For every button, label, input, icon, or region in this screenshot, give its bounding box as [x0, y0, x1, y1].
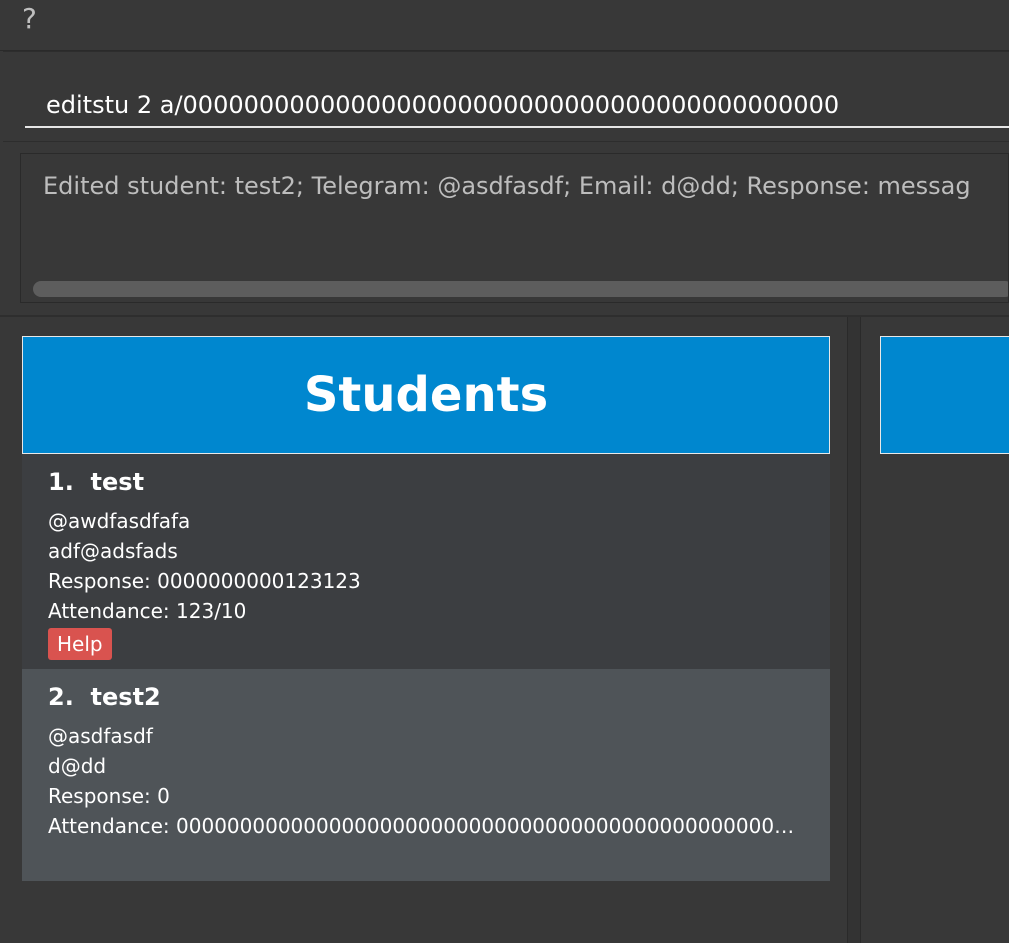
- student-name: test2: [90, 683, 161, 711]
- student-telegram: @awdfasdfafa: [48, 509, 191, 533]
- student-index: 2.: [48, 683, 74, 711]
- help-tag: Help: [48, 628, 112, 660]
- command-input[interactable]: editstu 2 a/0000000000000000000000000000…: [25, 82, 1009, 128]
- student-card[interactable]: 1. test @awdfasdfafa adf@adsfads Respons…: [22, 454, 830, 669]
- result-display: Edited student: test2; Telegram: @asdfas…: [20, 153, 1009, 303]
- student-response: Response: 0000000000123123: [48, 569, 361, 593]
- student-name-row: 2. test2: [48, 683, 804, 711]
- student-telegram: @asdfasdf: [48, 724, 153, 748]
- panel-splitter[interactable]: [847, 317, 861, 943]
- student-email: adf@adsfads: [48, 539, 178, 563]
- student-name-row: 1. test: [48, 468, 804, 496]
- help-menu[interactable]: ?: [22, 2, 37, 35]
- right-panel-header: [880, 336, 1009, 454]
- menu-bar: ?: [0, 0, 1009, 51]
- student-email: d@dd: [48, 754, 107, 778]
- student-attendance: Attendance: 0000000000000000000000000000…: [48, 814, 804, 838]
- students-panel-header: Students: [22, 336, 830, 454]
- horizontal-scrollbar[interactable]: [33, 281, 1008, 297]
- students-title: Students: [303, 367, 549, 423]
- result-text: Edited student: test2; Telegram: @asdfas…: [43, 172, 971, 200]
- student-name: test: [90, 468, 145, 496]
- student-attendance: Attendance: 123/10: [48, 599, 247, 623]
- command-box: editstu 2 a/0000000000000000000000000000…: [3, 51, 1009, 142]
- student-card[interactable]: 2. test2 @asdfasdf d@dd Response: 0 Atte…: [22, 669, 830, 881]
- student-index: 1.: [48, 468, 74, 496]
- student-response: Response: 0: [48, 784, 170, 808]
